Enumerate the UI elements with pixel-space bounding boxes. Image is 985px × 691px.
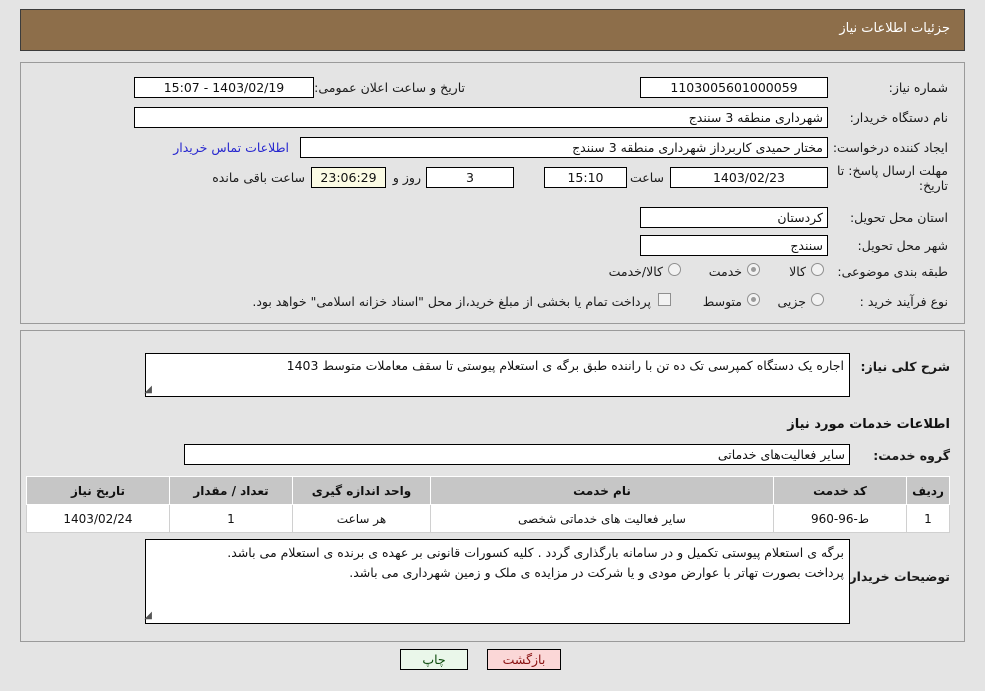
radio-category-khedmat-label: خدمت xyxy=(708,264,742,279)
print-button[interactable]: چاپ xyxy=(400,649,468,670)
treasury-bonds-checkbox[interactable] xyxy=(658,293,671,306)
deadline-date-value: 1403/02/23 xyxy=(670,167,828,188)
buyer-org-label: نام دستگاه خریدار: xyxy=(849,110,948,125)
countdown-value: 23:06:29 xyxy=(311,167,386,188)
need-details-panel: شرح کلی نیاز: اجاره یک دستگاه کمپرسی تک … xyxy=(20,330,965,642)
service-group-label: گروه خدمت: xyxy=(873,448,950,463)
col-row-no: ردیف xyxy=(906,476,950,505)
process-label: نوع فرآیند خرید : xyxy=(859,294,948,309)
cell-need-date: 1403/02/24 xyxy=(26,504,170,533)
cell-quantity: 1 xyxy=(169,504,293,533)
buyer-notes-label: توضیحات خریدار: xyxy=(844,569,950,584)
radio-process-jozii-label: جزیی xyxy=(777,294,806,309)
page-title: جزئیات اطلاعات نیاز xyxy=(839,21,950,36)
creator-label: ایجاد کننده درخواست: xyxy=(832,140,948,155)
radio-category-kala[interactable] xyxy=(811,263,824,276)
need-summary-panel: شماره نیاز: 1103005601000059 تاریخ و ساع… xyxy=(20,62,965,324)
radio-process-motevaset[interactable] xyxy=(747,293,760,306)
category-label: طبقه بندی موضوعی: xyxy=(837,264,948,279)
radio-category-khedmat[interactable] xyxy=(747,263,760,276)
city-label: شهر محل تحویل: xyxy=(857,238,948,253)
public-announce-label: تاریخ و ساعت اعلان عمومی: xyxy=(314,80,465,95)
services-section-title: اطلاعات خدمات مورد نیاز xyxy=(787,417,950,432)
radio-process-motevaset-label: متوسط xyxy=(702,294,742,309)
radio-process-jozii[interactable] xyxy=(811,293,824,306)
cell-row-no: 1 xyxy=(906,504,950,533)
buyer-notes-resize-handle[interactable]: ◢ xyxy=(142,611,152,621)
creator-value: مختار حمیدی کاربرداز شهرداری منطقه 3 سنن… xyxy=(300,137,828,158)
public-announce-value: 1403/02/19 - 15:07 xyxy=(134,77,314,98)
province-label: استان محل تحویل: xyxy=(849,210,948,225)
col-service-code: کد خدمت xyxy=(773,476,907,505)
radio-category-kala-label: کالا xyxy=(789,264,806,279)
buyer-org-value: شهرداری منطقه 3 سنندج xyxy=(134,107,828,128)
table-row: 1 ط-96-960 سایر فعالیت های خدماتی شخصی ه… xyxy=(26,504,950,533)
col-unit: واحد اندازه گیری xyxy=(292,476,431,505)
need-number-value: 1103005601000059 xyxy=(640,77,828,98)
page-root: جزئیات اطلاعات نیاز AriaTender.net شماره… xyxy=(0,0,985,691)
cell-service-code: ط-96-960 xyxy=(773,504,907,533)
col-service-name: نام خدمت xyxy=(430,476,774,505)
cell-unit: هر ساعت xyxy=(292,504,431,533)
col-need-date: تاریخ نیاز xyxy=(26,476,170,505)
table-header-row: ردیف کد خدمت نام خدمت واحد اندازه گیری ت… xyxy=(26,476,950,505)
deadline-hour-label: ساعت xyxy=(629,170,664,185)
general-desc-textarea[interactable]: اجاره یک دستگاه کمپرسی تک ده تن با رانند… xyxy=(145,353,850,397)
services-table: ردیف کد خدمت نام خدمت واحد اندازه گیری ت… xyxy=(26,476,950,533)
deadline-label: مهلت ارسال پاسخ: تا تاریخ: xyxy=(837,163,948,193)
treasury-bonds-label: پرداخت تمام یا بخشی از مبلغ خرید،از محل … xyxy=(252,294,651,309)
back-button[interactable]: بازگشت xyxy=(487,649,561,670)
city-value: سنندج xyxy=(640,235,828,256)
deadline-time-value: 15:10 xyxy=(544,167,627,188)
col-quantity: تعداد / مقدار xyxy=(169,476,293,505)
general-desc-label: شرح کلی نیاز: xyxy=(860,359,950,374)
radio-category-kala-khedmat[interactable] xyxy=(668,263,681,276)
cell-service-name: سایر فعالیت های خدماتی شخصی xyxy=(430,504,774,533)
page-header-bar: جزئیات اطلاعات نیاز xyxy=(20,9,965,51)
countdown-label: ساعت باقی مانده xyxy=(212,170,305,185)
need-number-label: شماره نیاز: xyxy=(888,80,948,95)
radio-category-kala-khedmat-label: کالا/خدمت xyxy=(608,264,663,279)
province-value: کردستان xyxy=(640,207,828,228)
days-label: روز و xyxy=(392,170,421,185)
buyer-notes-textarea[interactable]: برگه ی استعلام پیوستی تکمیل و در سامانه … xyxy=(145,539,850,624)
general-desc-resize-handle[interactable]: ◢ xyxy=(142,385,152,395)
buyer-contact-link[interactable]: اطلاعات تماس خریدار xyxy=(173,140,289,155)
days-remaining-value: 3 xyxy=(426,167,514,188)
service-group-value: سایر فعالیت‌های خدماتی xyxy=(184,444,850,465)
